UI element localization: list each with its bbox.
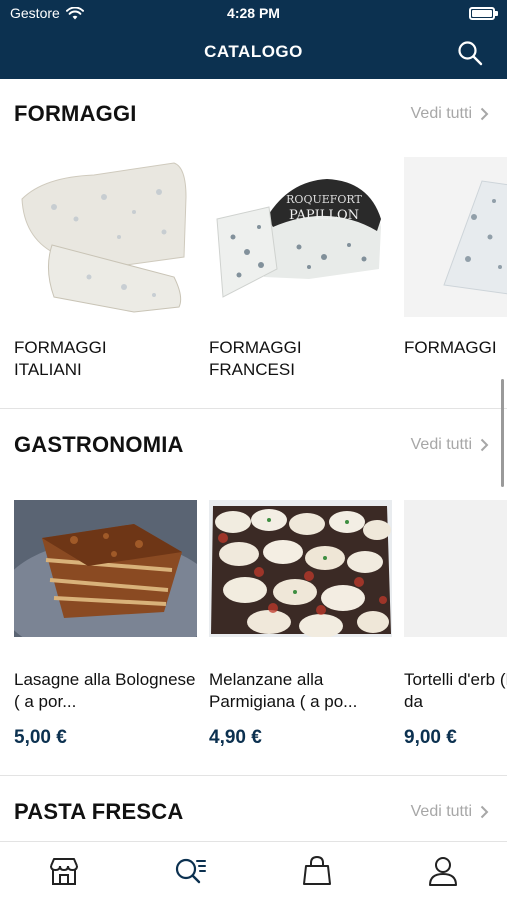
product-card[interactable]: Melanzane alla Parmigiana ( a po... 4,90…	[209, 500, 392, 749]
bottom-tab-bar	[0, 841, 507, 900]
see-all-link[interactable]: Vedi tutti	[411, 436, 489, 454]
product-price: 4,90 €	[209, 727, 262, 748]
see-all-label: Vedi tutti	[410, 436, 472, 453]
product-price: 5,00 €	[14, 727, 67, 748]
section-header: PASTA FRESCA Vedi tutti	[14, 799, 489, 829]
category-card[interactable]: FORMAGGI	[404, 157, 507, 359]
see-all-link[interactable]: Vedi tutti	[411, 803, 489, 821]
category-name: FORMAGGI	[404, 338, 497, 357]
search-icon[interactable]	[457, 40, 483, 66]
svg-text:ROQUEFORT: ROQUEFORT	[286, 193, 362, 206]
product-name: Melanzane alla Parmigiana ( a po...	[209, 670, 358, 711]
chevron-right-icon	[480, 438, 489, 452]
catalog-content[interactable]: FORMAGGI Vedi tutti FORMAGGI ITALIANI RO…	[0, 79, 507, 841]
category-name: FORMAGGI FRANCESI	[209, 338, 302, 379]
section-title: FORMAGGI	[14, 101, 137, 126]
shopping-bag-icon[interactable]	[300, 854, 334, 888]
see-all-label: Vedi tutti	[410, 803, 472, 820]
product-card[interactable]: Lasagne alla Bolognese ( a por... 5,00 €	[14, 500, 197, 749]
status-bar: Gestore 4:28 PM	[0, 0, 507, 28]
chevron-right-icon	[480, 107, 489, 121]
category-image: ROQUEFORT PAPILLON	[209, 157, 392, 317]
see-all-label: Vedi tutti	[410, 105, 472, 122]
section-title: GASTRONOMIA	[14, 432, 184, 457]
category-image	[404, 157, 507, 317]
product-row[interactable]: Lasagne alla Bolognese ( a por... 5,00 €	[14, 500, 507, 748]
see-all-link[interactable]: Vedi tutti	[411, 105, 489, 123]
product-price: 9,00 €	[404, 727, 457, 748]
store-icon[interactable]	[47, 854, 81, 888]
category-image	[14, 157, 197, 317]
page-title: CATALOGO	[204, 42, 303, 61]
section-pasta-fresca: PASTA FRESCA Vedi tutti	[0, 777, 507, 841]
product-image	[404, 500, 507, 637]
section-formaggi: FORMAGGI Vedi tutti FORMAGGI ITALIANI RO…	[0, 79, 507, 409]
product-name: Tortelli d'erb (Porzione da	[404, 670, 507, 711]
category-card[interactable]: ROQUEFORT PAPILLON FORMAGGI FRANCESI	[209, 157, 392, 381]
user-icon[interactable]	[426, 854, 460, 888]
section-gastronomia: GASTRONOMIA Vedi tutti Lasagne alla Bolo…	[0, 410, 507, 776]
top-bar: Gestore 4:28 PM CATALOGO	[0, 0, 507, 79]
svg-text:PAPILLON: PAPILLON	[289, 208, 359, 223]
product-image	[209, 500, 392, 637]
scroll-indicator[interactable]	[501, 379, 504, 487]
chevron-right-icon	[480, 805, 489, 819]
category-name: FORMAGGI ITALIANI	[14, 338, 107, 379]
section-header: GASTRONOMIA Vedi tutti	[14, 432, 489, 462]
category-card[interactable]: FORMAGGI ITALIANI	[14, 157, 197, 381]
product-card[interactable]: Tortelli d'erb (Porzione da 9,00 €	[404, 500, 507, 749]
product-name: Lasagne alla Bolognese ( a por...	[14, 670, 196, 711]
section-title: PASTA FRESCA	[14, 799, 184, 824]
battery-icon	[469, 7, 498, 20]
search-list-icon[interactable]	[173, 854, 207, 888]
status-time: 4:28 PM	[227, 5, 280, 21]
product-image	[14, 500, 197, 637]
section-header: FORMAGGI Vedi tutti	[14, 101, 489, 131]
product-row[interactable]: FORMAGGI ITALIANI ROQUEFORT PAPILLON FOR…	[14, 157, 507, 397]
